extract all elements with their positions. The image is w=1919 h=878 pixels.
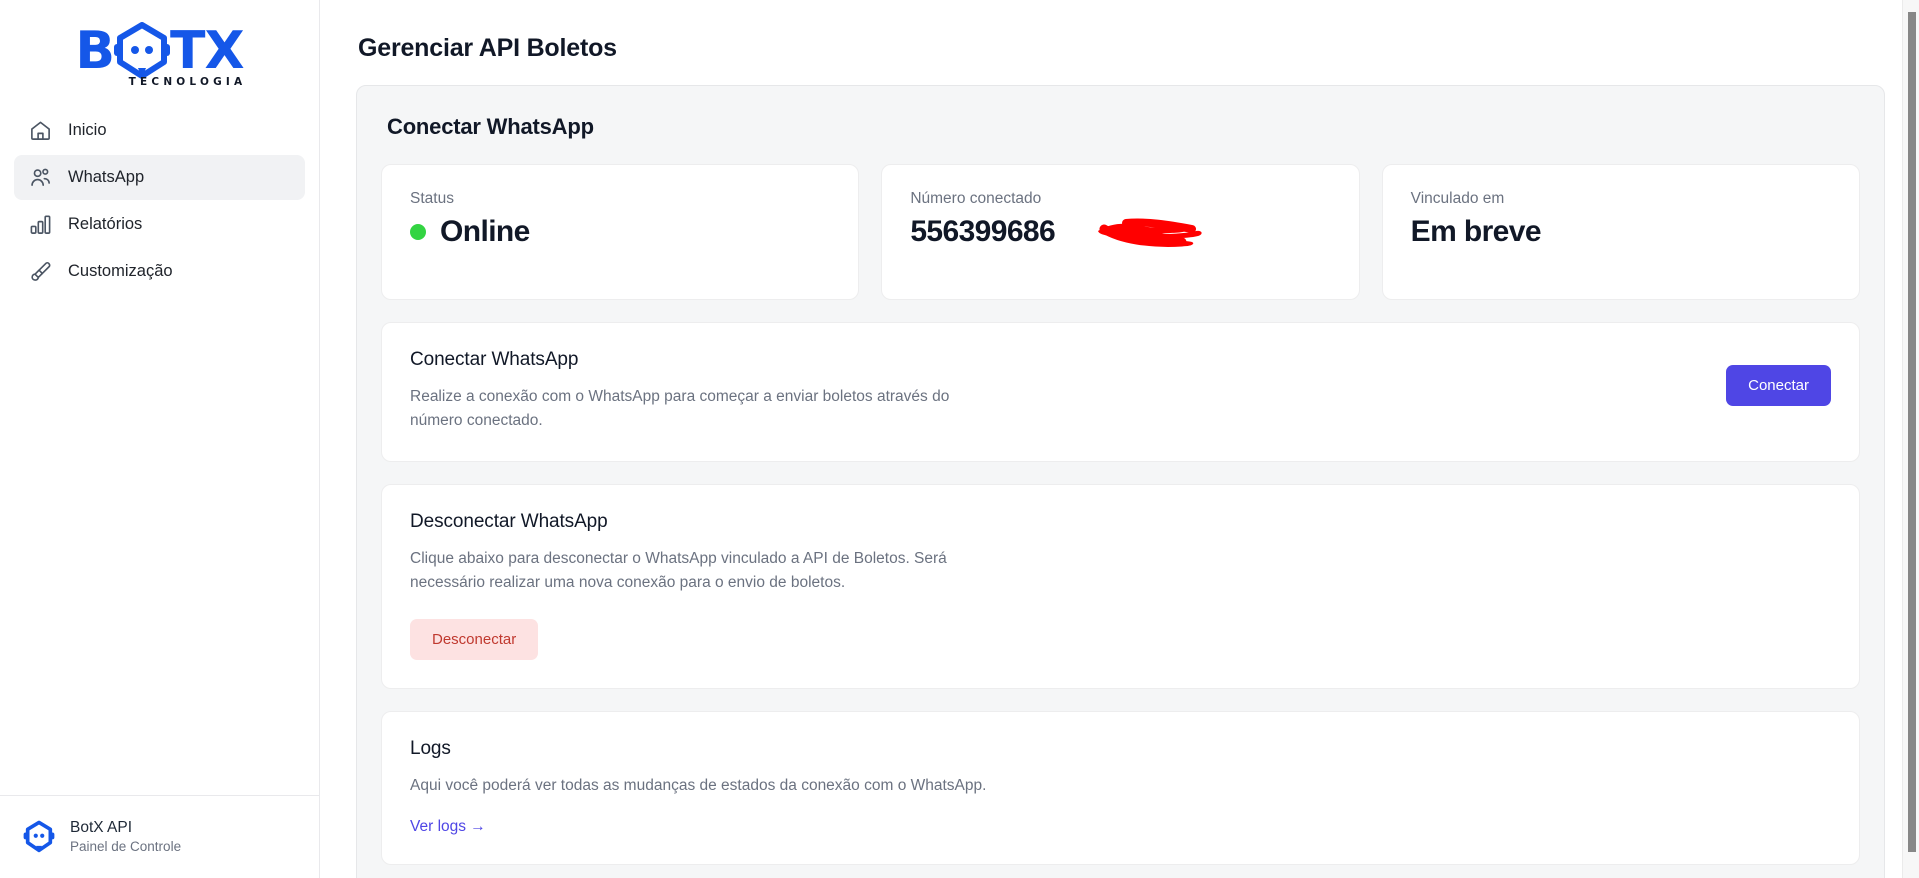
connect-card-description: Realize a conexão com o WhatsApp para co… xyxy=(410,388,950,430)
connect-card-body: Conectar WhatsApp Realize a conexão com … xyxy=(410,349,1706,433)
logo-letters-tx: TX xyxy=(170,21,245,81)
disconnect-button[interactable]: Desconectar xyxy=(410,619,539,661)
status-card-label: Número conectado xyxy=(910,190,1042,207)
paintbrush-icon xyxy=(28,260,52,284)
users-icon xyxy=(28,166,52,190)
footer-app-title: BotX API xyxy=(70,819,133,837)
disconnect-card: Desconectar WhatsApp Clique abaixo para … xyxy=(381,484,1860,690)
disconnect-card-body: Desconectar WhatsApp Clique abaixo para … xyxy=(410,511,1831,661)
sidebar-item-label: Customização xyxy=(68,262,173,280)
botx-hex-bot-mark-icon xyxy=(22,820,56,854)
hex-bot-icon xyxy=(114,22,171,79)
status-card-vinculado-em: Vinculado em Em breve xyxy=(1381,164,1860,300)
status-card-value-wrap: Em breve xyxy=(1411,215,1831,249)
connect-card-heading: Conectar WhatsApp xyxy=(410,349,579,370)
status-card-value-wrap: 556399686 xyxy=(910,215,1330,249)
status-card-value: 556399686 xyxy=(910,215,1056,248)
sidebar: B TX TECNOLOGIA Inicio WhatsApp Relatóri… xyxy=(0,0,320,878)
redaction-scribble xyxy=(1098,218,1202,247)
status-card-value: Em breve xyxy=(1410,215,1542,248)
logs-card-heading: Logs xyxy=(410,738,451,760)
status-cards-row: Status Online Número conectado 556399686 xyxy=(381,164,1860,300)
sidebar-item-label: Inicio xyxy=(68,121,107,139)
sidebar-item-customizacao[interactable]: Customização xyxy=(14,249,305,294)
logs-card: Logs Aqui você poderá ver todas as mudan… xyxy=(381,711,1860,866)
bar-chart-icon xyxy=(28,213,52,237)
connect-button[interactable]: Conectar xyxy=(1726,365,1831,406)
page-scrollbar-track[interactable] xyxy=(1902,0,1919,878)
connect-whatsapp-panel: Conectar WhatsApp Status Online Número c… xyxy=(356,85,1885,878)
status-card-value: Online xyxy=(440,215,530,248)
status-online-dot-icon xyxy=(410,224,426,240)
home-icon xyxy=(28,119,52,143)
view-logs-link[interactable]: Ver logs → xyxy=(410,818,486,836)
sidebar-item-label: WhatsApp xyxy=(68,168,145,186)
logs-card-description: Aqui você poderá ver todas as mudanças d… xyxy=(410,777,987,795)
sidebar-nav: Inicio WhatsApp Relatórios Customização xyxy=(0,102,319,294)
status-card-label: Status xyxy=(410,190,454,207)
disconnect-card-heading: Desconectar WhatsApp xyxy=(410,511,608,533)
botx-hex-bot-logo: B TX TECNOLOGIA xyxy=(46,22,274,88)
connect-card: Conectar WhatsApp Realize a conexão com … xyxy=(381,322,1860,463)
brand-logo[interactable]: B TX TECNOLOGIA xyxy=(0,0,319,102)
logs-card-body: Logs Aqui você poderá ver todas as mudan… xyxy=(410,738,1831,836)
status-card-numero-conectado: Número conectado 556399686 xyxy=(881,164,1360,300)
main-content: Gerenciar API Boletos Conectar WhatsApp … xyxy=(320,0,1919,878)
logo-letter-b: B xyxy=(75,21,115,81)
panel-title: Conectar WhatsApp xyxy=(387,114,594,139)
status-card-label: Vinculado em xyxy=(1410,190,1505,207)
sidebar-item-label: Relatórios xyxy=(68,215,143,233)
page-scrollbar-thumb[interactable] xyxy=(1908,12,1916,852)
sidebar-item-inicio[interactable]: Inicio xyxy=(14,108,305,153)
status-card-value-wrap: Online xyxy=(410,215,830,249)
sidebar-item-relatorios[interactable]: Relatórios xyxy=(14,202,305,247)
footer-app-subtitle: Painel de Controle xyxy=(70,839,182,855)
sidebar-item-whatsapp[interactable]: WhatsApp xyxy=(14,155,305,200)
disconnect-card-description: Clique abaixo para desconectar o WhatsAp… xyxy=(410,550,947,592)
status-card-status: Status Online xyxy=(381,164,860,300)
page-title: Gerenciar API Boletos xyxy=(358,34,617,62)
logo-wordmark: B TX xyxy=(46,22,274,80)
sidebar-footer[interactable]: BotX API Painel de Controle xyxy=(0,795,319,878)
